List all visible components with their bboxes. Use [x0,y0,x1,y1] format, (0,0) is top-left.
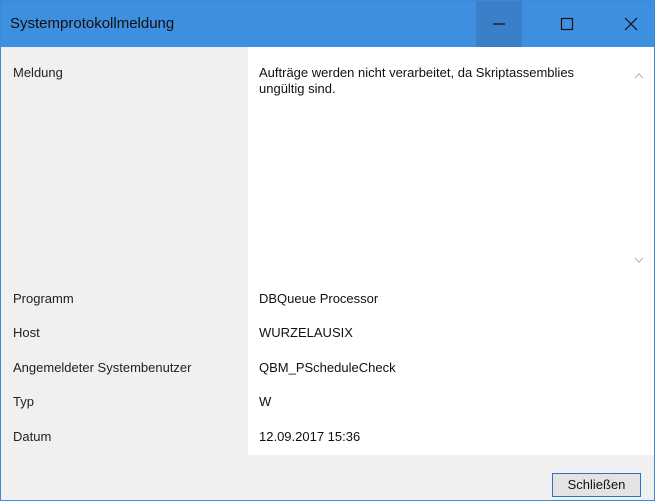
chevron-up-icon[interactable] [633,71,645,81]
dialog-window: Systemprotokollmeldung Meldung Aufträge … [0,0,655,501]
datum-value: 12.09.2017 15:36 [259,429,361,444]
close-button[interactable]: Schließen [552,473,641,497]
chevron-down-icon[interactable] [633,255,645,265]
host-label: Host [13,325,40,340]
minimize-icon [493,23,505,25]
host-value: WURZELAUSIX [259,325,353,340]
title-bar[interactable]: Systemprotokollmeldung [1,1,654,47]
close-window-button[interactable] [608,1,654,47]
benutzer-label: Angemeldeter Systembenutzer [13,360,192,375]
meldung-label: Meldung [13,65,63,80]
typ-value: W [259,394,272,409]
programm-value: DBQueue Processor [259,291,379,306]
maximize-icon [560,17,574,31]
typ-label: Typ [13,394,34,409]
window-title: Systemprotokollmeldung [10,15,175,32]
programm-label: Programm [13,291,74,306]
datum-label: Datum [13,429,52,444]
label-column [1,47,248,455]
maximize-button[interactable] [544,1,590,47]
close-icon [624,17,638,31]
benutzer-value: QBM_PScheduleCheck [259,360,396,375]
minimize-button[interactable] [476,1,522,47]
dialog-content: Meldung Aufträge werden nicht verarbeite… [1,47,654,455]
meldung-text[interactable]: Aufträge werden nicht verarbeitet, da Sk… [259,65,609,97]
